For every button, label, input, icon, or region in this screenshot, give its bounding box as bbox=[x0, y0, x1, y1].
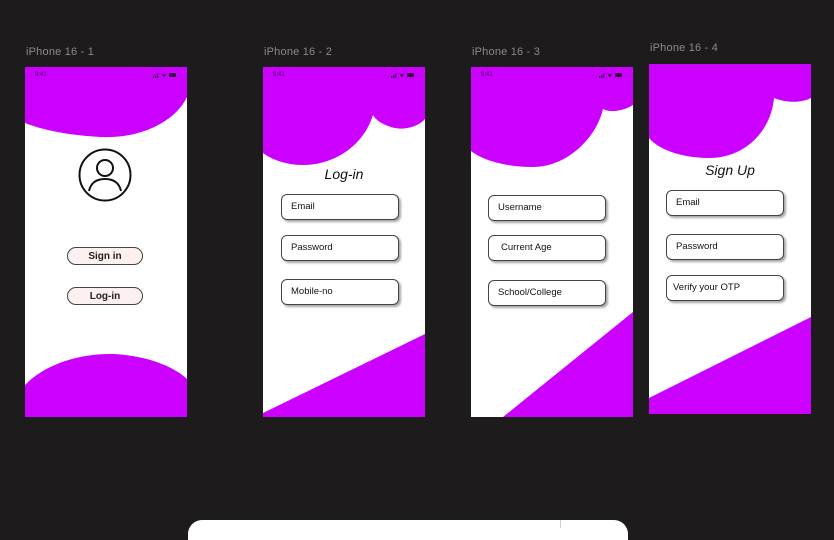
password-field[interactable]: Password bbox=[666, 234, 784, 260]
username-field[interactable]: Username bbox=[488, 195, 606, 221]
phone-frame-2: 9:41 Log-in Email Password Mobile-no bbox=[263, 67, 425, 417]
status-icons bbox=[153, 72, 177, 79]
signal-wifi-battery-icon bbox=[391, 73, 414, 78]
email-field[interactable]: Email bbox=[281, 194, 399, 220]
status-time: 9:41 bbox=[481, 72, 493, 78]
signal-wifi-battery-icon bbox=[599, 73, 622, 78]
frame-label-2: iPhone 16 - 2 bbox=[264, 46, 333, 58]
sign-up-title: Sign Up bbox=[705, 162, 755, 178]
login-title: Log-in bbox=[324, 166, 364, 182]
status-icons bbox=[599, 72, 623, 79]
log-in-button[interactable]: Log-in bbox=[67, 287, 143, 305]
status-icons bbox=[391, 72, 415, 79]
status-bar: 9:41 bbox=[471, 71, 633, 83]
phone-frame-4: Sign Up Email Password Verify your OTP bbox=[649, 64, 811, 414]
phone-frame-1: 9:41 Sign in Log-in bbox=[25, 67, 187, 417]
mobile-no-field[interactable]: Mobile-no bbox=[281, 279, 399, 305]
toolbar-divider bbox=[560, 520, 561, 528]
status-time: 9:41 bbox=[273, 72, 285, 78]
user-avatar-icon[interactable] bbox=[78, 148, 132, 202]
status-bar: 9:41 bbox=[25, 71, 187, 83]
signal-wifi-battery-icon bbox=[153, 73, 176, 78]
sign-in-button[interactable]: Sign in bbox=[67, 247, 143, 265]
status-bar: 9:41 bbox=[263, 71, 425, 83]
status-time: 9:41 bbox=[35, 72, 47, 78]
frame-label-4: iPhone 16 - 4 bbox=[650, 42, 719, 54]
password-field[interactable]: Password bbox=[281, 235, 399, 261]
school-college-field[interactable]: School/College bbox=[488, 280, 606, 306]
bottom-toolbar[interactable] bbox=[188, 520, 628, 540]
frame-1-background-shapes bbox=[25, 67, 187, 417]
current-age-field[interactable]: Current Age bbox=[488, 235, 606, 261]
phone-frame-3: 9:41 Username Current Age School/College bbox=[471, 67, 633, 417]
frame-label-3: iPhone 16 - 3 bbox=[472, 46, 541, 58]
verify-otp-field[interactable]: Verify your OTP bbox=[666, 275, 784, 301]
frame-label-1: iPhone 16 - 1 bbox=[26, 46, 95, 58]
email-field[interactable]: Email bbox=[666, 190, 784, 216]
